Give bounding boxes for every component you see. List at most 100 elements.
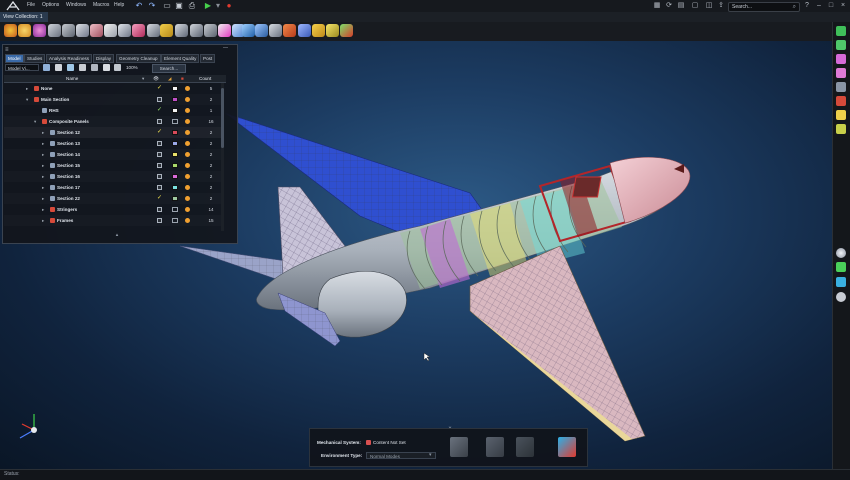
tree-row[interactable]: ▸ Section 16 2 [4,171,222,182]
color-swatch[interactable] [172,174,178,179]
color-swatch[interactable] [172,218,178,223]
material-icon[interactable] [185,141,190,146]
record-icon[interactable]: ● [224,1,234,11]
color-swatch[interactable] [172,119,178,124]
show-all-icon[interactable] [91,64,98,71]
visibility-check-icon[interactable]: ✓ [157,107,162,113]
color-swatch[interactable] [172,141,178,146]
camera-icon[interactable] [836,277,846,287]
visibility-toggle[interactable] [157,119,162,124]
expand-arrow-icon[interactable]: ▸ [26,85,28,92]
constraint-icon[interactable] [298,24,311,37]
tab-geometry-cleanup[interactable]: Geometry Cleanup [116,54,161,63]
material-icon[interactable] [185,130,190,135]
expand-arrow-icon[interactable]: ▸ [42,195,44,202]
list-icon[interactable] [836,82,846,92]
collapse-icon[interactable] [67,64,74,71]
minimize-icon[interactable]: – [814,1,824,11]
results-icon[interactable] [836,124,846,134]
menu-options[interactable]: Options [42,2,59,8]
expand-arrow-icon[interactable]: ▸ [42,151,44,158]
transform-icon[interactable] [175,24,188,37]
material-icon[interactable] [185,163,190,168]
expand-arrow-icon[interactable]: ▸ [42,140,44,147]
view-sphere-icon[interactable] [836,248,846,258]
filter-icon[interactable] [43,64,50,71]
undo-icon[interactable]: ↶ [134,1,144,11]
grid-icon[interactable]: ▤ [676,1,686,11]
part-icon[interactable] [836,54,846,64]
visibility-toggle[interactable] [157,163,162,168]
menu-windows[interactable]: Windows [66,2,86,8]
tab-model[interactable]: Model [5,54,24,63]
color-swatch[interactable] [172,86,178,91]
property-icon[interactable] [836,96,846,106]
isolate-icon[interactable] [79,64,86,71]
redo-icon[interactable]: ↷ [147,1,157,11]
color-swatch[interactable] [172,185,178,190]
menu-file[interactable]: File [27,2,35,8]
document-icon[interactable] [450,437,468,457]
expand-arrow-icon[interactable]: ▸ [42,217,44,224]
color-swatch[interactable] [172,163,178,168]
auto-color-icon[interactable]: ✓ [157,195,162,201]
book-icon[interactable] [486,437,504,457]
material-icon[interactable] [185,207,190,212]
layout-icon[interactable]: ▦ [652,1,662,11]
tab-element-quality[interactable]: Element Quality [161,54,200,63]
chevron-down-icon[interactable]: ▾ [429,452,432,459]
link-icon[interactable] [204,24,217,37]
filter-header-icon[interactable]: ▾ [142,75,144,82]
material-icon[interactable] [185,108,190,113]
dock-icon[interactable]: ◫ [704,1,714,11]
material-icon[interactable] [185,97,190,102]
material-icon[interactable] [185,218,190,223]
visibility-toggle[interactable] [157,185,162,190]
sync-icon[interactable]: ⟳ [664,1,674,11]
sphere-icon[interactable] [4,24,17,37]
element-icon[interactable] [118,24,131,37]
play-icon[interactable]: ▶ [203,1,213,11]
line-icon[interactable] [48,24,61,37]
visibility-toggle[interactable] [157,97,162,102]
panel-scroll-thumb[interactable] [221,88,224,148]
tab-analysis-readiness[interactable]: Analysis Readiness [46,54,93,63]
point-icon[interactable] [18,24,31,37]
menu-macros[interactable]: Macros [93,2,109,8]
env-type-select[interactable]: Normal Modes [366,452,436,459]
fastener-icon[interactable] [269,24,282,37]
tree-row[interactable]: ▸ Section 17 2 [4,182,222,193]
menu-help[interactable]: Help [114,2,124,8]
solver-cube-icon[interactable] [558,437,576,457]
tree-row[interactable]: ▸ Section 12 ✓ 2 [4,127,222,138]
visibility-header-icon[interactable]: 👁 [153,75,159,82]
expand-icon[interactable] [55,64,62,71]
tag-icon[interactable] [160,24,173,37]
panel-menu-icon[interactable]: ≡ [5,47,9,53]
mech-system-value[interactable]: Content Not Set [373,439,406,446]
step-icon[interactable]: ▾ [213,1,223,11]
settings-icon[interactable] [836,292,846,302]
tab-post[interactable]: Post [200,54,216,63]
material-icon[interactable] [185,174,190,179]
load-icon[interactable] [283,24,296,37]
material-icon[interactable] [185,119,190,124]
view-collection-tab[interactable]: View Collection: 1 [0,12,48,22]
panel-collapse-icon[interactable]: — [223,45,228,51]
print-icon[interactable]: ⎙ [187,1,197,11]
panel-search-button[interactable]: Search... [152,64,186,73]
help-icon[interactable]: ? [802,1,812,11]
gear-icon[interactable] [76,24,89,37]
color-swatch[interactable] [172,207,178,212]
visibility-toggle[interactable] [157,207,162,212]
tree-row[interactable]: ▸ Section 15 2 [4,160,222,171]
table-icon[interactable] [103,64,110,71]
material-icon[interactable] [836,68,846,78]
color-swatch[interactable] [172,196,178,201]
color-header-icon[interactable]: ◢ [168,75,172,82]
surface-icon[interactable] [33,24,46,37]
auto-color-icon[interactable]: ✓ [157,129,162,135]
tree-row[interactable]: ▸ Frames 15 [4,215,222,226]
tree-row[interactable]: ▾ Composite Panels 16 [4,116,222,127]
expand-arrow-icon[interactable]: ▸ [42,162,44,169]
